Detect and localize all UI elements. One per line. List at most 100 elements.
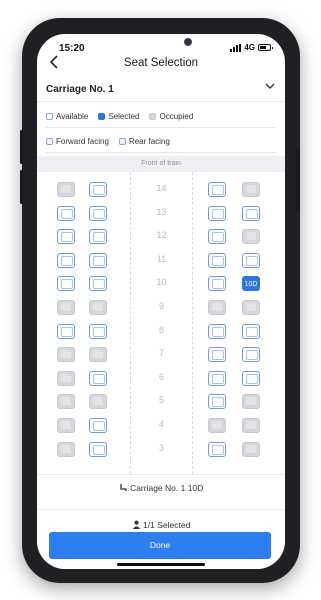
seat-occupied [242, 418, 260, 433]
seat-available[interactable] [208, 370, 226, 386]
person-icon [132, 520, 140, 529]
selected-count: 1/1 Selected [37, 509, 285, 530]
seat-summary-text: Carriage No. 1 10D [130, 483, 204, 493]
phone-volume-button [20, 170, 23, 204]
seat-available[interactable] [208, 441, 226, 457]
selected-seat-summary: Carriage No. 1 10D [37, 483, 285, 493]
row-number: 13 [156, 206, 167, 217]
seat-icon [120, 484, 127, 491]
done-button[interactable]: Done [49, 532, 271, 559]
seat-selected[interactable]: 10D [242, 276, 260, 292]
seat-available[interactable] [242, 347, 260, 363]
seat-available[interactable] [57, 323, 75, 339]
seat-available[interactable] [57, 276, 75, 292]
row-number: 9 [158, 301, 164, 311]
seat-occupied [242, 394, 260, 410]
row-number: 8 [158, 324, 164, 335]
page-title: Seat Selection [123, 57, 199, 69]
legend-selected: Selected [98, 112, 139, 121]
legend-occupied: Occupied [149, 112, 193, 121]
seat-available[interactable] [89, 229, 107, 245]
seat-map: 14 13 12 11 10 10D 9 8 7 6 5 4 3 [37, 172, 285, 474]
seat-occupied [57, 394, 75, 410]
nav-bar: Seat Selection [37, 55, 285, 75]
seat-occupied [57, 182, 75, 197]
seat-available[interactable] [57, 229, 75, 245]
bottom-panel: Carriage No. 1 10D 1/1 Selected Done [37, 474, 285, 569]
status-time: 15:20 [59, 43, 85, 54]
legend-available: Available [46, 112, 88, 121]
row-number: 14 [156, 183, 167, 193]
legend-status: Available Selected Occupied [46, 106, 276, 128]
legend-occupied-label: Occupied [159, 112, 194, 121]
available-seat-icon [46, 113, 53, 120]
row-number: 5 [158, 395, 164, 406]
legend-direction: Forward facing Rear facing [46, 131, 276, 153]
selected-seat-icon [98, 113, 106, 120]
seat-available[interactable] [208, 252, 226, 268]
seat-available[interactable] [89, 370, 107, 386]
seat-available[interactable] [208, 394, 226, 410]
row-number: 4 [158, 419, 164, 429]
seat-available[interactable] [242, 205, 260, 221]
seat-occupied [89, 300, 107, 315]
row-number: 11 [156, 253, 167, 264]
chevron-down-icon[interactable] [265, 82, 275, 93]
seat-occupied [242, 182, 260, 197]
seat-available[interactable] [89, 323, 107, 339]
home-indicator [117, 563, 205, 566]
seat-available[interactable] [208, 182, 226, 197]
selected-count-text: 1/1 Selected [143, 520, 191, 530]
seat-available[interactable] [89, 182, 107, 197]
seat-occupied [89, 394, 107, 410]
seat-available[interactable] [89, 252, 107, 268]
rear-facing-icon [118, 138, 126, 145]
front-of-train-label: Front of train [37, 156, 285, 172]
row-number: 3 [158, 442, 164, 453]
seat-available[interactable] [208, 347, 226, 363]
seat-occupied [57, 300, 75, 315]
front-camera [184, 38, 192, 46]
row-number: 10 [156, 277, 167, 288]
legend-forward: Forward facing [46, 137, 109, 146]
screen: 15:20 4G Seat Selection Carriage No. 1 A… [37, 34, 285, 569]
row-number: 7 [158, 348, 164, 359]
seat-occupied [208, 300, 226, 315]
seat-occupied [57, 418, 75, 433]
legend-available-label: Available [56, 112, 89, 121]
row-number: 12 [156, 230, 167, 241]
phone-volume-button [20, 130, 23, 164]
status-indicators: 4G [230, 43, 273, 52]
legend-rear: Rear facing [118, 137, 170, 146]
seat-available[interactable] [57, 205, 75, 221]
seat-occupied [208, 418, 226, 433]
phone-side-button [296, 150, 300, 210]
network-label: 4G [244, 43, 255, 52]
legend-forward-label: Forward facing [56, 137, 109, 146]
seat-occupied [242, 300, 260, 315]
seat-available[interactable] [89, 418, 107, 433]
seat-available[interactable] [208, 205, 226, 221]
seat-occupied [57, 370, 75, 386]
seat-available[interactable] [208, 323, 226, 339]
carriage-label: Carriage No. 1 [46, 84, 114, 95]
battery-icon [258, 44, 273, 51]
seat-occupied [89, 347, 107, 363]
seat-occupied [242, 441, 260, 457]
seat-occupied [57, 347, 75, 363]
seat-available[interactable] [242, 323, 260, 339]
carriage-selector[interactable]: Carriage No. 1 [37, 78, 285, 102]
occupied-seat-icon [149, 113, 157, 120]
seat-available[interactable] [208, 229, 226, 245]
seat-available[interactable] [242, 370, 260, 386]
forward-facing-icon [46, 138, 53, 145]
legend-selected-label: Selected [108, 112, 140, 121]
legend-rear-label: Rear facing [128, 137, 170, 146]
seat-available[interactable] [57, 252, 75, 268]
seat-occupied [242, 229, 260, 245]
seat-available[interactable] [89, 441, 107, 457]
seat-available[interactable] [242, 252, 260, 268]
seat-available[interactable] [89, 276, 107, 292]
seat-available[interactable] [89, 205, 107, 221]
seat-available[interactable] [208, 276, 226, 292]
